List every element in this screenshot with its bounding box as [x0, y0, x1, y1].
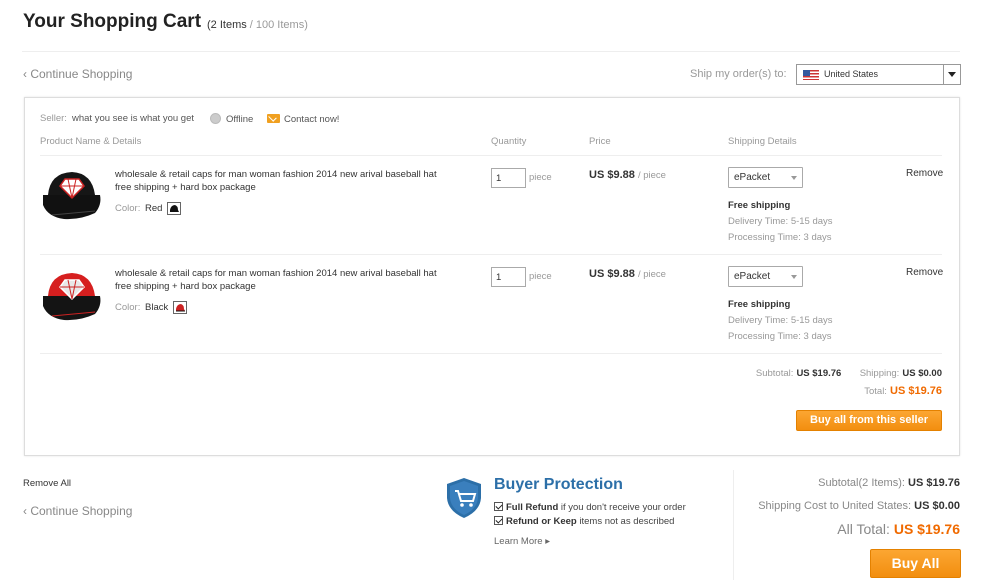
full-refund-line: Full Refund if you don't receive your or… [494, 502, 686, 513]
processing-time-label: Processing Time: [728, 232, 801, 243]
delivery-time: Delivery Time: 5-15 days [728, 315, 833, 326]
offline-status-icon [210, 113, 221, 124]
buy-all-from-seller-button[interactable]: Buy all from this seller [796, 410, 942, 431]
footer-shipping-line: Shipping Cost to United States: US $0.00 [758, 500, 960, 512]
product-name-line: wholesale & retail caps for man woman fa… [115, 169, 437, 180]
contact-seller-link[interactable]: Contact now! [284, 114, 339, 125]
color-label: Color: [115, 302, 141, 313]
unit-price: US $9.88 / piece [589, 169, 666, 181]
mail-icon[interactable] [267, 114, 280, 123]
color-label: Color: [115, 203, 141, 214]
delivery-time-label: Delivery Time: [728, 315, 789, 326]
column-header-price: Price [589, 136, 611, 147]
color-swatch-icon [167, 202, 181, 215]
remove-item-button[interactable]: Remove [906, 267, 943, 278]
seller-subtotal-line: Subtotal: US $19.76 Shipping: US $0.00 [756, 367, 942, 379]
cart-item-count: (2 Items / 100 Items) [207, 19, 308, 31]
price-unit: / piece [637, 269, 666, 280]
processing-time-value: 3 days [803, 331, 832, 342]
all-total-label: All Total: [837, 521, 890, 537]
free-shipping-label: Free shipping [728, 200, 791, 211]
buyer-protection-title: Buyer Protection [494, 476, 623, 493]
processing-time-value: 3 days [803, 232, 832, 243]
column-header-shipping: Shipping Details [728, 136, 797, 147]
row-divider [40, 353, 942, 354]
cart-count-limit: / 100 Items) [246, 19, 308, 31]
footer-shipping-value: US $0.00 [914, 500, 960, 512]
unit-price: US $9.88 / piece [589, 268, 666, 280]
product-name-line: wholesale & retail caps for man woman fa… [115, 268, 437, 279]
row-divider [40, 254, 942, 255]
refund-keep-label: Refund or Keep [506, 516, 577, 527]
footer-subtotal-label: Subtotal(2 Items): [818, 477, 905, 489]
quantity-input[interactable] [491, 168, 526, 188]
quantity-unit: piece [529, 271, 552, 282]
price-value: US $9.88 [589, 169, 635, 181]
footer-subtotal-value: US $19.76 [908, 477, 960, 489]
ship-to-country-select[interactable]: United States [796, 64, 961, 85]
free-shipping-label: Free shipping [728, 299, 791, 310]
seller-total-value: US $19.76 [890, 385, 942, 397]
checkmark-icon [494, 502, 503, 511]
shipping-method-select[interactable]: ePacket [728, 266, 803, 287]
us-flag-icon [803, 70, 819, 80]
color-value: Red [145, 203, 163, 214]
color-value: Black [145, 302, 169, 313]
full-refund-text: if you don't receive your order [558, 502, 686, 513]
product-name-line: free shipping + hard box package [115, 281, 256, 292]
buy-all-button[interactable]: Buy All [870, 549, 961, 578]
color-swatch-icon [173, 301, 187, 314]
footer-divider [733, 470, 734, 580]
continue-shopping-link-bottom[interactable]: ‹ Continue Shopping [23, 504, 132, 518]
all-total-value: US $19.76 [893, 521, 960, 537]
footer-subtotal-line: Subtotal(2 Items): US $19.76 [818, 477, 960, 489]
seller-total-label: Total: [864, 386, 887, 397]
refund-keep-text: items not as described [576, 516, 675, 527]
processing-time-label: Processing Time: [728, 331, 801, 342]
remove-all-button[interactable]: Remove All [23, 478, 71, 489]
product-thumbnail-cap-black[interactable] [40, 266, 102, 326]
seller-subtotal-value: US $19.76 [796, 368, 842, 379]
ship-to-label: Ship my order(s) to: [690, 68, 787, 80]
product-name-line: free shipping + hard box package [115, 182, 256, 193]
footer-all-total-line: All Total: US $19.76 [837, 521, 960, 537]
seller-label: Seller: [40, 113, 67, 124]
remove-item-button[interactable]: Remove [906, 168, 943, 179]
column-header-product: Product Name & Details [40, 136, 142, 147]
seller-name[interactable]: what you see is what you get [72, 113, 194, 124]
learn-more-link[interactable]: Learn More ▸ [494, 536, 550, 547]
seller-total-line: Total: US $19.76 [864, 385, 942, 397]
delivery-time-label: Delivery Time: [728, 216, 789, 227]
product-name-link[interactable]: wholesale & retail caps for man woman fa… [115, 168, 455, 194]
column-header-quantity: Quantity [491, 136, 527, 147]
quantity-input[interactable] [491, 267, 526, 287]
product-name-link[interactable]: wholesale & retail caps for man woman fa… [115, 267, 455, 293]
refund-keep-line: Refund or Keep items not as described [494, 516, 674, 527]
full-refund-label: Full Refund [506, 502, 559, 513]
seller-subtotal-label: Subtotal: [755, 368, 794, 379]
seller-shipping-label: Shipping: [859, 368, 900, 379]
cart-count-current: (2 Items [207, 19, 247, 31]
shield-cart-icon [447, 478, 481, 518]
processing-time: Processing Time: 3 days [728, 331, 832, 342]
shipping-method-select[interactable]: ePacket [728, 167, 803, 188]
continue-shopping-link-top[interactable]: ‹ Continue Shopping [23, 67, 132, 81]
checkmark-icon [494, 516, 503, 525]
price-value: US $9.88 [589, 268, 635, 280]
seller-shipping-value: US $0.00 [902, 368, 942, 379]
quantity-unit: piece [529, 172, 552, 183]
delivery-time-value: 5-15 days [790, 216, 833, 227]
delivery-time: Delivery Time: 5-15 days [728, 216, 833, 227]
price-unit: / piece [637, 170, 666, 181]
seller-status: Offline [226, 114, 254, 125]
page-title: Your Shopping Cart [23, 11, 202, 32]
row-divider [40, 155, 942, 156]
product-thumbnail-cap-red[interactable] [40, 165, 102, 225]
ship-to-country-value: United States [824, 69, 879, 79]
processing-time: Processing Time: 3 days [728, 232, 832, 243]
delivery-time-value: 5-15 days [790, 315, 833, 326]
chevron-down-icon[interactable] [943, 65, 960, 84]
footer-shipping-label: Shipping Cost to United States: [758, 500, 912, 512]
header-divider [22, 51, 960, 52]
